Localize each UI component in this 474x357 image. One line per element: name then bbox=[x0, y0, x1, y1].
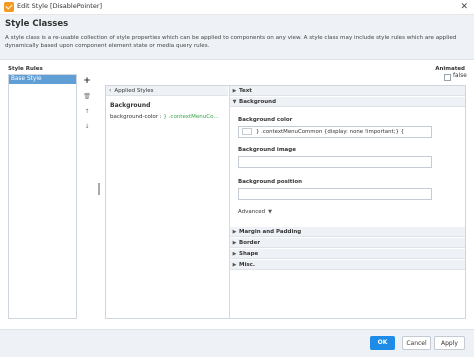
add-rule-icon[interactable]: + bbox=[83, 77, 91, 86]
advanced-label: Advanced bbox=[238, 209, 266, 215]
window-titlebar: Edit Style [DisablePointer] ✕ bbox=[0, 0, 474, 15]
rule-item-base-style[interactable]: Base Style bbox=[9, 75, 76, 84]
section-margin-padding[interactable]: ▶ Margin and Padding bbox=[230, 227, 465, 237]
section-background[interactable]: ▼ Background bbox=[230, 97, 465, 107]
style-rules-label: Style Rules bbox=[8, 66, 43, 72]
chevron-right-icon: ▶ bbox=[232, 229, 237, 235]
applied-property-name: background-color bbox=[110, 114, 159, 120]
app-icon bbox=[4, 2, 14, 12]
splitter-handle[interactable] bbox=[98, 183, 100, 195]
chevron-left-icon[interactable]: ‹ bbox=[109, 87, 111, 94]
dialog-header: Style Classes A style class is a re-usab… bbox=[0, 15, 474, 60]
section-margin-padding-label: Margin and Padding bbox=[239, 229, 302, 235]
ok-button[interactable]: OK bbox=[370, 336, 395, 350]
section-background-label: Background bbox=[239, 99, 277, 105]
background-position-field[interactable] bbox=[238, 188, 432, 200]
advanced-toggle[interactable]: Advanced ▼ bbox=[238, 209, 272, 215]
background-image-field[interactable] bbox=[238, 156, 432, 168]
chevron-down-icon: ▼ bbox=[232, 99, 237, 105]
background-position-label: Background position bbox=[238, 179, 303, 185]
move-up-icon[interactable]: ↑ bbox=[83, 108, 91, 116]
section-text[interactable]: ▶ Text bbox=[230, 86, 465, 96]
applied-property: background-color : } .contextMenuCo... bbox=[110, 114, 226, 120]
animated-label: Animated bbox=[435, 66, 465, 72]
cancel-button[interactable]: Cancel bbox=[402, 336, 431, 350]
chevron-right-icon: ▶ bbox=[232, 251, 237, 257]
delete-rule-icon[interactable]: 🗑 bbox=[83, 93, 91, 101]
page-description: A style class is a re-usable collection … bbox=[5, 35, 457, 49]
style-rules-list: Base Style bbox=[8, 74, 77, 319]
section-border-label: Border bbox=[239, 240, 261, 246]
chevron-right-icon: ▶ bbox=[232, 88, 237, 94]
animated-value: false bbox=[453, 73, 467, 79]
close-icon[interactable]: ✕ bbox=[460, 1, 468, 13]
section-shape-label: Shape bbox=[239, 251, 259, 257]
background-color-value: } .contextMenuCommon {display: none !imp… bbox=[256, 129, 405, 135]
applied-property-value: } .contextMenuCo... bbox=[163, 114, 219, 120]
chevron-down-icon: ▼ bbox=[268, 209, 273, 215]
section-misc-label: Misc. bbox=[239, 262, 255, 268]
applied-section-title: Background bbox=[110, 102, 151, 109]
color-swatch[interactable] bbox=[242, 128, 252, 135]
background-color-label: Background color bbox=[238, 117, 293, 123]
animated-checkbox[interactable] bbox=[444, 74, 451, 81]
section-misc[interactable]: ▶ Misc. bbox=[230, 260, 465, 270]
chevron-right-icon: ▶ bbox=[232, 262, 237, 268]
window-title: Edit Style [DisablePointer] bbox=[17, 2, 103, 10]
background-color-field[interactable]: } .contextMenuCommon {display: none !imp… bbox=[238, 126, 432, 138]
applied-styles-header[interactable]: ‹ Applied Styles bbox=[106, 86, 228, 96]
style-editor: ‹ Applied Styles Background background-co… bbox=[105, 85, 466, 319]
page-title: Style Classes bbox=[5, 19, 69, 29]
chevron-right-icon: ▶ bbox=[232, 240, 237, 246]
applied-styles-title: Applied Styles bbox=[114, 88, 154, 94]
apply-button[interactable]: Apply bbox=[434, 336, 465, 350]
section-shape[interactable]: ▶ Shape bbox=[230, 249, 465, 259]
background-image-label: Background image bbox=[238, 147, 296, 153]
move-down-icon[interactable]: ↓ bbox=[83, 123, 91, 131]
properties-pane: ▶ Text ▼ Background Background color } .co… bbox=[230, 86, 465, 318]
section-text-label: Text bbox=[239, 88, 252, 94]
section-border[interactable]: ▶ Border bbox=[230, 238, 465, 248]
